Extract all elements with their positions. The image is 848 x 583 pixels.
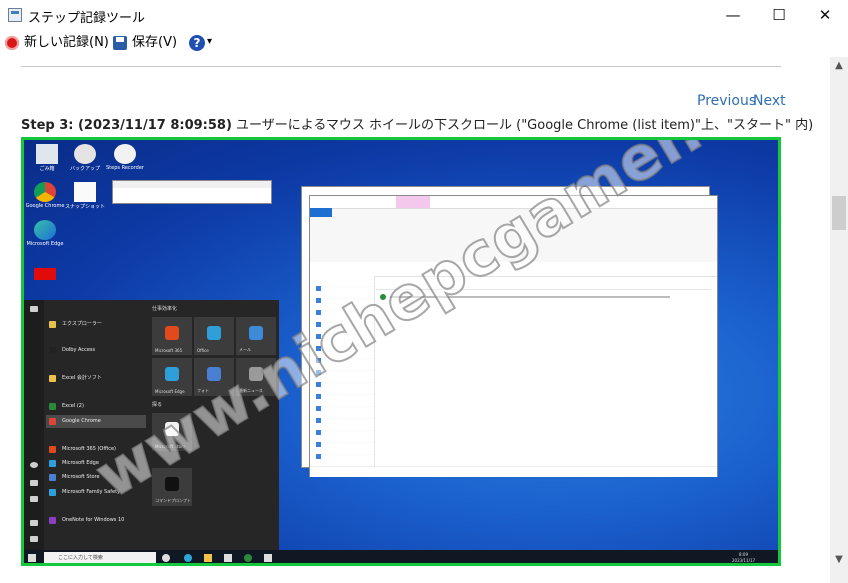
chrome-icon [34,182,56,202]
vertical-scrollbar[interactable]: ▲ ▼ [830,57,848,583]
minimize-button[interactable]: — [710,0,756,31]
maximize-button[interactable]: ☐ [756,0,802,31]
steps-recorder-icon [8,8,22,22]
previous-link[interactable]: Previous [697,93,756,109]
close-button[interactable]: ✕ [802,0,848,31]
help-dropdown-chevron-icon[interactable]: ▾ [207,36,212,47]
task-view-icon [162,554,170,562]
explorer-status-bar [310,466,717,477]
edge-taskbar-icon [184,554,192,562]
start-app-item: OneNote for Windows 10 [46,514,146,527]
scroll-up-icon[interactable]: ▲ [830,57,848,75]
tile-group-label: 仕事効率化 [152,306,178,312]
step-screenshot: ごみ箱 バックアップ Steps Recorder Google Chrome … [21,137,781,566]
recorder-mini-window [112,180,272,204]
desktop-icon-label: Microsoft Edge [26,241,64,247]
record-icon [5,36,19,50]
tile: Office [194,317,234,355]
desktop-icon-label: スナップショット [64,204,105,210]
separator [21,66,781,67]
step-description: ユーザーによるマウス ホイールの下スクロール ("Google Chrome (… [231,118,814,133]
save-icon [113,36,127,50]
app-taskbar-icon [264,554,272,562]
backup-icon [74,144,96,164]
steps-recorder-desktop-icon [114,144,136,164]
desktop-icon-label: Steps Recorder [106,165,144,171]
recycle-bin-icon [36,144,58,164]
scroll-thumb[interactable] [832,196,846,230]
scroll-down-icon[interactable]: ▼ [830,551,848,569]
start-app-item: Excel (2) [46,400,146,413]
taskbar: ここに入力して検索 8:09 2023/11/17 [24,550,778,563]
start-menu-rail [24,300,44,550]
new-record-button[interactable]: 新しい記録(N) [24,33,109,53]
store-taskbar-icon [224,554,232,562]
help-icon[interactable]: ? [189,35,205,51]
windows-start-icon [28,554,36,562]
tile: Microsoft 365 [152,317,192,355]
start-app-item: Dolby Access [46,344,146,357]
taskbar-search: ここに入力して検索 [44,552,156,563]
next-link[interactable]: Next [753,93,786,109]
explorer-taskbar-icon [204,554,212,562]
step-caption: Step 3: (2023/11/17 8:09:58) ユーザーによるマウス … [21,114,813,133]
edge-icon [34,220,56,240]
red-shortcut-icon [34,268,56,280]
app-taskbar-icon [244,554,252,562]
window-title: ステップ記録ツール [28,11,146,26]
file-icon [74,182,96,202]
save-button[interactable]: 保存(V) [132,33,177,53]
toolbar [0,31,848,57]
taskbar-clock: 8:09 2023/11/17 [732,552,756,563]
start-app-item: Excel 会計ソフト [46,372,146,385]
title-bar: ステップ記録ツール — ☐ ✕ [0,0,848,31]
step-label: Step 3: (2023/11/17 8:09:58) [21,118,232,133]
start-app-item: エクスプローラー [46,318,146,331]
